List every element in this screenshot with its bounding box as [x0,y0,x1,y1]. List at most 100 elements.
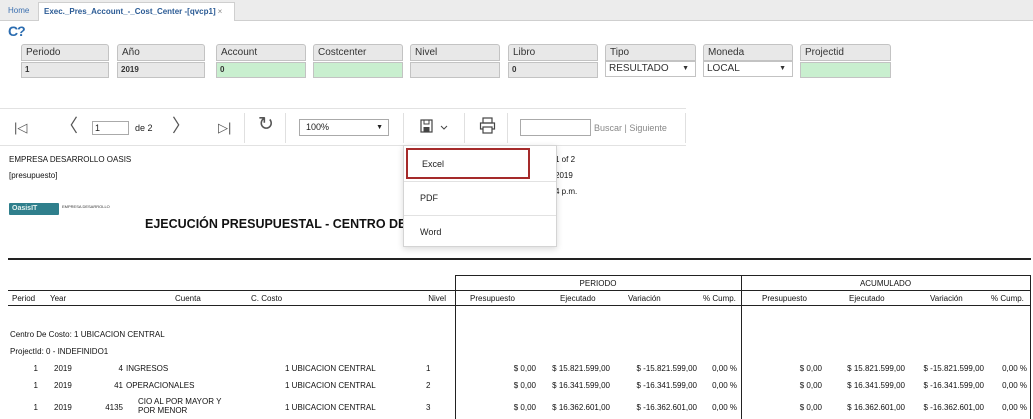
param-tipo-value: RESULTADO [609,63,669,74]
cell-code: 4135 [105,403,123,412]
cell-ejecutado: $ 16.362.601,00 [552,403,610,412]
group-project: ProjectId: 0 - INDEFINIDO1 [10,347,109,356]
param-account-field[interactable]: 0 [216,62,306,78]
param-periodo-field[interactable]: 1 [21,62,109,78]
refresh-icon[interactable]: ↻ [258,115,274,134]
next-page-icon[interactable]: 〉 [172,117,190,135]
export-word-item[interactable]: Word [404,216,556,249]
cell-ejecutado-acum: $ 16.362.601,00 [847,403,905,412]
col-ejecutado: Ejecutado [560,294,596,303]
param-libro-field[interactable]: 0 [508,62,598,78]
export-pdf-item[interactable]: PDF [404,182,556,215]
cell-account-name-line2: POR MENOR [138,406,188,415]
page-count-label: de 2 [135,123,153,133]
print-icon[interactable] [479,117,497,135]
export-menu: Excel PDF Word [403,145,557,247]
search-link[interactable]: Buscar [594,123,622,133]
cell-year: 2019 [54,381,72,390]
zoom-select[interactable]: 100% ▼ [299,119,389,136]
first-page-icon[interactable]: |◁ [14,119,27,137]
page-number-input[interactable]: 1 [92,121,129,135]
cell-cump: 0,00 % [712,381,737,390]
group-acumulado-header: ACUMULADO [859,279,912,288]
param-nivel-field[interactable] [410,62,500,78]
export-excel-item[interactable]: Excel [406,148,530,179]
col-ejecutado-acum: Ejecutado [849,294,885,303]
col-ccosto: C. Costo [251,294,283,303]
param-tipo-select[interactable]: RESULTADO ▼ [605,61,696,77]
col-presupuesto: Presupuesto [470,294,515,303]
close-icon[interactable]: × [218,7,223,16]
tab-home[interactable]: Home [3,2,34,21]
save-icon[interactable] [420,118,452,136]
cell-ejecutado-acum: $ 15.821.599,00 [847,364,905,373]
cell-nivel: 1 [426,364,431,373]
cell-cump-acum: 0,00 % [1002,403,1027,412]
cell-period: 1 [33,381,38,390]
report-subtitle: [presupuesto] [9,171,58,180]
cell-presupuesto: $ 0,00 [513,403,536,412]
cell-account-name: INGRESOS [126,364,169,373]
report-title: EJECUCIÓN PRESUPUESTAL - CENTRO DE C [145,217,419,231]
cell-presupuesto: $ 0,00 [513,381,536,390]
tab-report[interactable]: Exec._Pres_Account_-_Cost_Center -[qvcp1… [38,2,235,21]
param-nivel-label: Nivel [410,44,500,61]
cell-account-name: OPERACIONALES [126,381,195,390]
param-libro-label: Libro [508,44,598,61]
param-projectid-field[interactable] [800,62,891,78]
cell-variacion: $ -16.362.601,00 [636,403,698,412]
cell-presupuesto: $ 0,00 [513,364,536,373]
cell-nivel: 3 [426,403,431,412]
cell-nivel: 2 [426,381,431,390]
param-moneda-value: LOCAL [707,63,740,74]
col-presupuesto-acum: Presupuesto [762,294,807,303]
cell-ccosto: 1 UBICACION CENTRAL [285,403,376,412]
chevron-down-icon: ▼ [779,65,786,72]
search-links: Buscar | Siguiente [594,123,667,133]
cell-code: 4 [118,364,123,373]
group-cost-center: Centro De Costo: 1 UBICACION CENTRAL [10,330,165,339]
cell-variacion-acum: $ -15.821.599,00 [923,364,985,373]
page-info: 1 of 2 [555,155,576,164]
cell-period: 1 [33,403,38,412]
cell-ejecutado: $ 16.341.599,00 [552,381,610,390]
param-projectid-label: Projectid [800,44,891,61]
cell-presupuesto-acum: $ 0,00 [799,364,822,373]
company-logo-subtext: EMPRESA DESARROLLO [62,204,110,209]
param-anio-label: Año [117,44,205,61]
company-logo: OasisIT [9,203,59,215]
cell-cump-acum: 0,00 % [1002,364,1027,373]
tab-bar: Home Exec._Pres_Account_-_Cost_Center -[… [0,0,1033,21]
cell-cump: 0,00 % [712,364,737,373]
last-page-icon[interactable]: ▷| [218,119,231,137]
param-costcenter-label: Costcenter [313,44,403,61]
table-top-rule [8,258,1031,260]
col-period: Period [12,294,36,303]
col-cump: % Cump. [703,294,736,303]
chevron-down-icon: ▼ [376,124,383,131]
prev-page-icon[interactable]: 〈 [60,117,78,135]
col-variacion-acum: Variación [930,294,963,303]
report-toolbar: |◁ 〈 1 de 2 〉 ▷| ↻ 100% ▼ Buscar | Sigui… [0,108,686,146]
cell-year: 2019 [54,403,72,412]
next-match-link[interactable]: Siguiente [629,123,667,133]
param-moneda-label: Moneda [703,44,793,61]
time-info: 4 p.m. [555,187,578,196]
date-info: 2019 [555,171,573,180]
search-input[interactable] [520,119,591,136]
cell-ejecutado-acum: $ 16.341.599,00 [847,381,905,390]
param-moneda-select[interactable]: LOCAL ▼ [703,61,793,77]
cell-year: 2019 [54,364,72,373]
param-anio-field[interactable]: 2019 [117,62,205,78]
param-tipo-label: Tipo [605,44,696,61]
param-costcenter-field[interactable] [313,62,403,78]
zoom-value: 100% [306,122,330,132]
chevron-down-icon: ▼ [682,65,689,72]
param-periodo-label: Periodo [21,44,109,61]
cell-cump: 0,00 % [712,403,737,412]
cell-ccosto: 1 UBICACION CENTRAL [285,381,376,390]
cell-presupuesto-acum: $ 0,00 [799,381,822,390]
group-periodo-header: PERIODO [579,279,617,288]
tab-report-label: Exec._Pres_Account_-_Cost_Center -[qvcp1… [44,7,216,16]
col-nivel: Nivel [428,294,446,303]
